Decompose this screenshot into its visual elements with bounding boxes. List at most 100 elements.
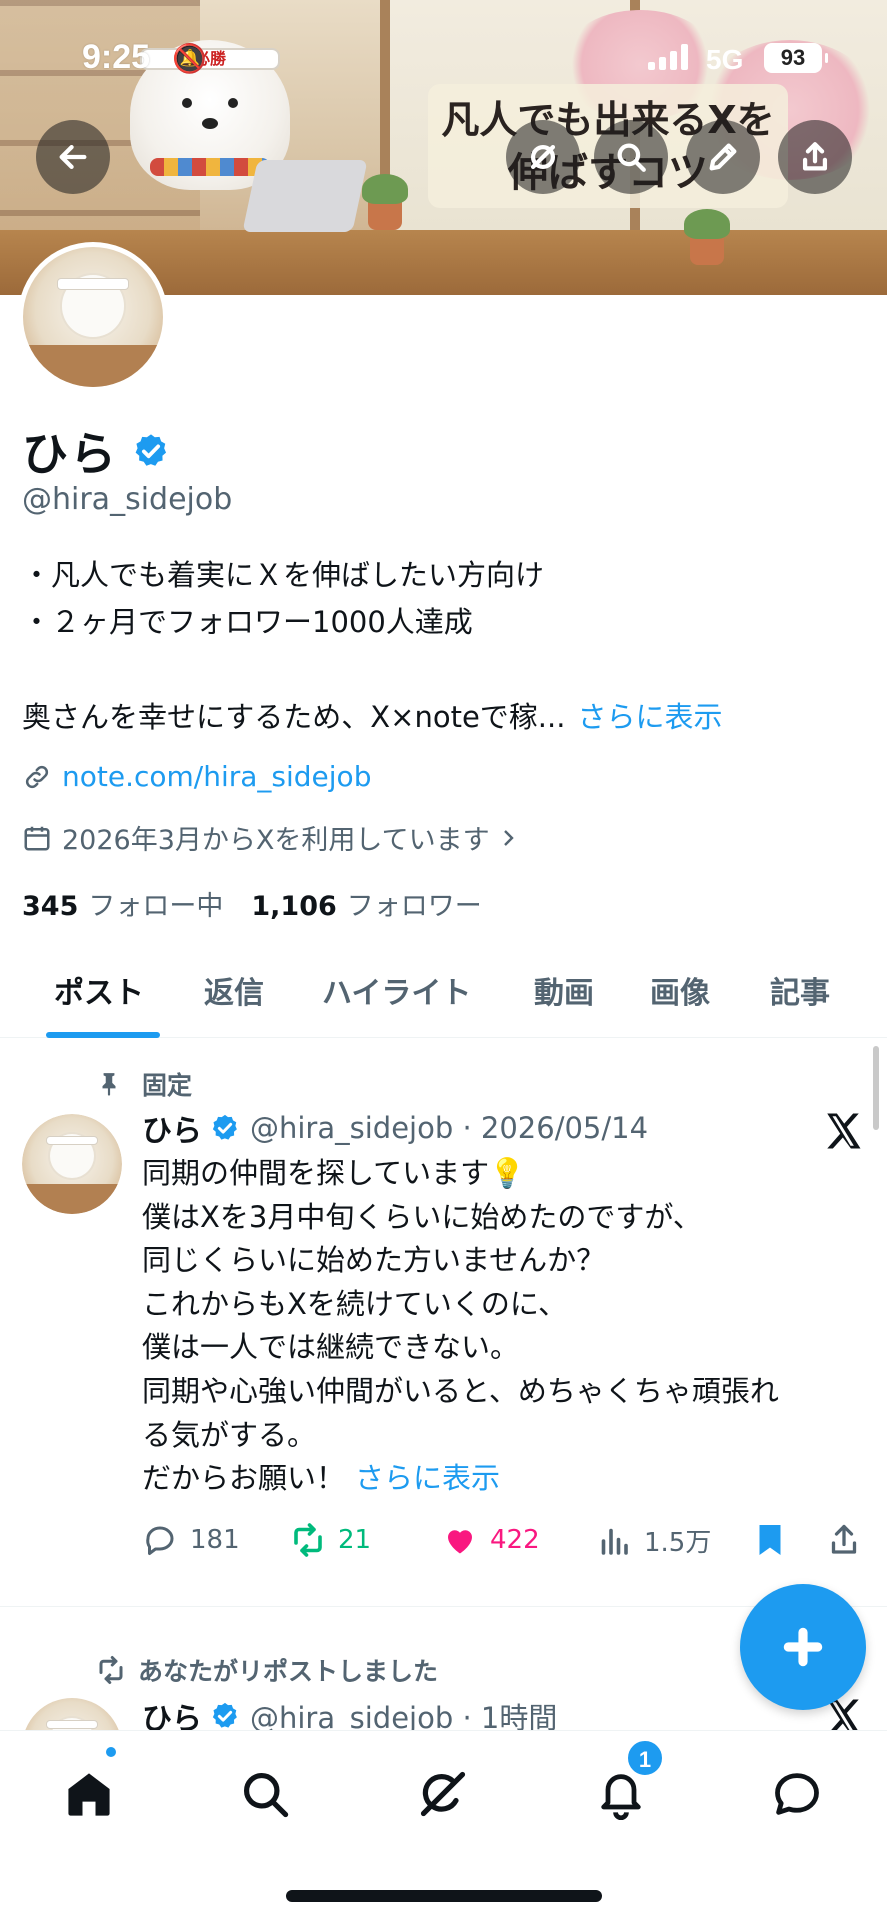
views-button[interactable]: 1.5万: [596, 1522, 711, 1559]
post-show-more-link[interactable]: さらに表示: [355, 1461, 500, 1495]
plus-icon: [783, 1627, 823, 1667]
following-label: フォロー中: [88, 891, 224, 922]
profile-avatar[interactable]: [18, 242, 168, 392]
tab-replies[interactable]: 返信: [204, 968, 264, 1012]
followers-label: フォロワー: [346, 891, 482, 922]
following-link[interactable]: 345 フォロー中: [22, 891, 223, 922]
profile-tabs: ポスト 返信 ハイライト 動画 画像 記事: [0, 942, 887, 1038]
profile-link[interactable]: note.com/hira_sidejob: [22, 760, 371, 793]
post-author-name[interactable]: ひら: [142, 1106, 202, 1150]
like-button[interactable]: 422: [442, 1522, 540, 1558]
grok-icon: [420, 1771, 466, 1817]
home-indicator: [286, 1890, 602, 1902]
battery-icon: 93: [764, 43, 828, 73]
avatar-headband: [56, 277, 130, 291]
reply-button[interactable]: 181: [142, 1522, 240, 1558]
bookmark-filled-icon: [759, 1525, 781, 1555]
grok-icon: [530, 144, 556, 170]
followers-link[interactable]: 1,106 フォロワー: [251, 891, 481, 922]
profile-name: ひら: [22, 427, 118, 481]
compose-post-button[interactable]: [740, 1584, 866, 1710]
post-line: 同期や心強い仲間がいると、めちゃくちゃ頑張れ: [142, 1373, 779, 1408]
chevron-right-icon: [503, 829, 514, 846]
status-time: 9:25: [82, 38, 151, 76]
grok-button[interactable]: [506, 120, 580, 194]
post-avatar[interactable]: [22, 1698, 122, 1730]
laptop-illustration: [242, 160, 368, 232]
reposted-label: あなたがリポストしました: [138, 1657, 439, 1686]
edit-profile-button[interactable]: [686, 120, 760, 194]
bookmark-button[interactable]: [752, 1522, 800, 1558]
bio-truncated: 奥さんを幸せにするため、X×noteで稼...: [22, 700, 566, 734]
back-icon: [59, 144, 87, 170]
profile-link-text[interactable]: note.com/hira_sidejob: [62, 760, 371, 793]
messages-icon: [775, 1773, 819, 1815]
views-count: 1.5万: [644, 1528, 712, 1558]
tab-posts[interactable]: ポスト: [54, 968, 144, 1012]
nav-grok[interactable]: [408, 1759, 478, 1829]
avatar-headband: [46, 1136, 98, 1145]
network-type: 5G: [706, 44, 744, 75]
repost-icon: [294, 1523, 322, 1557]
bio-truncated-row: 奥さんを幸せにするため、X×noteで稼... さらに表示: [22, 694, 722, 736]
post-line: だからお願い！: [142, 1461, 346, 1496]
profile-bio: ・凡人でも着実にＸを伸ばしたい方向け ・２ヶ月でフォロワー1000人達成: [22, 552, 544, 646]
post-avatar[interactable]: [22, 1114, 122, 1214]
post-actions: 181 21 422 1.5万: [142, 1516, 872, 1568]
like-heart-icon: [448, 1530, 472, 1554]
following-count: 345: [22, 891, 79, 922]
post-line: 同じくらいに始めた方いませんか？: [142, 1243, 606, 1278]
bio-line: ・２ヶ月でフォロワー1000人達成: [22, 605, 473, 639]
dog-scarf: [150, 158, 270, 176]
bio-show-more-link[interactable]: さらに表示: [577, 700, 722, 734]
reply-icon: [146, 1526, 174, 1555]
nav-home[interactable]: [54, 1759, 124, 1829]
x-logo-icon[interactable]: [822, 1110, 864, 1152]
repost-icon: [99, 1656, 123, 1684]
nav-messages[interactable]: [762, 1759, 832, 1829]
avatar-desk: [22, 1184, 122, 1214]
share-icon: [831, 1524, 857, 1554]
scrollbar[interactable]: [873, 1046, 879, 1130]
profile-handle: @hira_sidejob: [22, 482, 233, 517]
tab-videos[interactable]: 動画: [534, 968, 594, 1012]
reposted-label-row: あなたがリポストしました: [96, 1652, 438, 1688]
notification-count-badge: 1: [626, 1739, 664, 1777]
active-tab-indicator: [46, 1032, 160, 1038]
status-bar: 9:25 🔕 5G 93: [0, 0, 887, 118]
post-handle-date: @hira_sidejob · 2026/05/14: [250, 1111, 649, 1145]
post-header: ひら @hira_sidejob · 2026/05/14: [142, 1106, 648, 1150]
tab-images[interactable]: 画像: [650, 968, 710, 1012]
post-line: 僕は一人では継続できない。: [142, 1330, 520, 1365]
post-line: る気がする。: [142, 1417, 317, 1452]
silent-mode-icon: 🔕: [172, 42, 207, 75]
search-icon: [617, 143, 646, 172]
followers-count: 1,106: [251, 891, 337, 922]
bio-line: ・凡人でも着実にＸを伸ばしたい方向け: [22, 558, 545, 592]
share-button[interactable]: [778, 120, 852, 194]
pin-icon: [102, 1073, 116, 1096]
post-line: これからもXを続けていくのに、: [142, 1286, 567, 1321]
back-button[interactable]: [36, 120, 110, 194]
like-count: 422: [490, 1525, 540, 1555]
search-icon: [243, 1772, 289, 1818]
post-line-last: だからお願い！ さらに表示: [142, 1457, 862, 1501]
tab-articles[interactable]: 記事: [770, 968, 830, 1012]
edit-icon: [709, 143, 737, 171]
share-post-button[interactable]: [826, 1522, 874, 1558]
follow-stats: 345 フォロー中 1,106 フォロワー: [22, 884, 482, 923]
avatar-image: [22, 1114, 122, 1214]
plant-illustration: [684, 209, 730, 265]
calendar-icon: [24, 826, 50, 850]
verified-badge-icon: [212, 1114, 237, 1140]
post-line: 僕はXを3月中旬くらいに始めたのですが、: [142, 1199, 702, 1234]
repost-button[interactable]: 21: [290, 1522, 371, 1558]
verified-badge-icon[interactable]: [132, 432, 170, 470]
search-button[interactable]: [594, 120, 668, 194]
avatar-image: [23, 247, 163, 387]
nav-search[interactable]: [230, 1759, 300, 1829]
joined-date-row[interactable]: 2026年3月からXを利用しています: [22, 818, 530, 857]
tab-highlights[interactable]: ハイライト: [322, 968, 471, 1012]
plant-illustration: [362, 174, 408, 230]
post-text[interactable]: 同期の仲間を探しています💡 僕はXを3月中旬くらいに始めたのですが、 同じくらい…: [142, 1152, 862, 1501]
